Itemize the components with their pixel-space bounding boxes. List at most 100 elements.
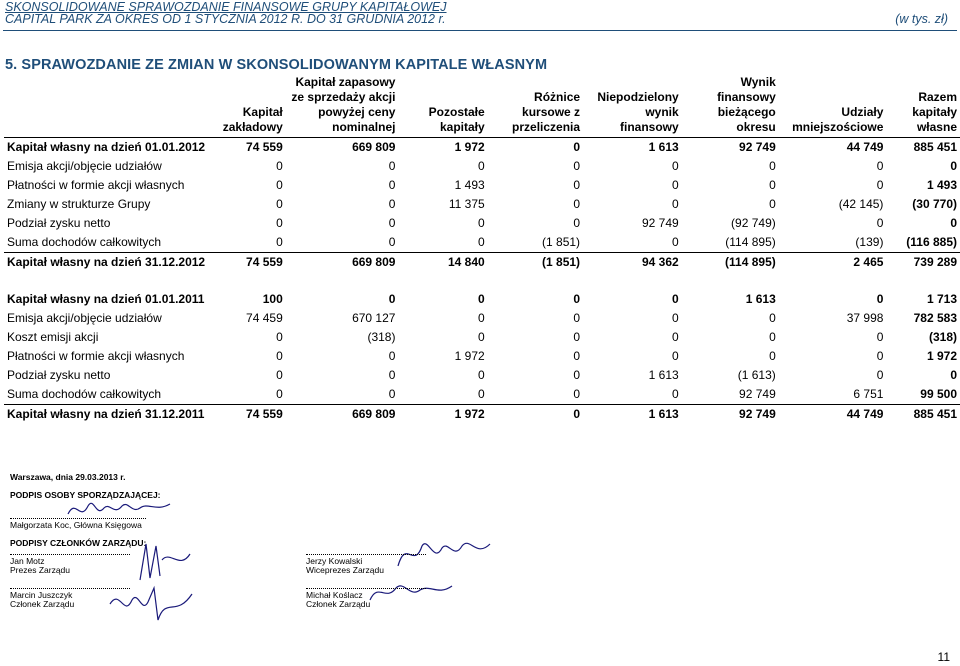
table-cell: 0	[769, 159, 776, 173]
row-label: Koszt emisji akcji	[7, 330, 99, 344]
table-cell: 670 127	[352, 311, 396, 325]
table-cell: 885 451	[886, 404, 960, 424]
column-header: Razem kapitały własne	[886, 75, 960, 138]
table-cell: 0	[487, 404, 584, 424]
table-cell: 0	[573, 159, 581, 173]
table-cell: 74 559	[208, 404, 286, 424]
table-cell: 0	[276, 330, 283, 344]
table-cell: 1 613	[745, 292, 776, 306]
table-cell: 0	[388, 159, 396, 173]
table-cell: 0	[672, 178, 679, 192]
row-label: Podział zysku netto	[7, 216, 111, 230]
table-cell: 37 998	[846, 311, 884, 325]
table-row: Emisja akcji/objęcie udziałów 0 0 0 0 0 0 0 0	[4, 157, 960, 176]
row-label: Emisja akcji/objęcie udziałów	[7, 159, 162, 173]
board-member-role: Członek Zarządu	[10, 599, 75, 609]
vice-president-role: Wiceprezes Zarządu	[306, 565, 384, 575]
table-cell: (139)	[855, 235, 884, 249]
table-cell: 0	[388, 387, 396, 401]
table-cell: 92 749	[681, 404, 779, 424]
table-cell: 6 751	[853, 387, 884, 401]
table-cell: 0	[876, 216, 884, 230]
table-cell: 1 972	[454, 140, 485, 154]
table-row: Zmiany w strukturze Grupy 0 0 11 375 0 0 0 (42 …	[4, 195, 960, 214]
table-cell: 1 972	[398, 404, 488, 424]
table-cell: 0	[672, 330, 679, 344]
table-cell: (318)	[367, 330, 396, 344]
table-cell: 0	[276, 368, 283, 382]
signature-block: Warszawa, dnia 29.03.2013 r. PODPIS OSOB…	[6, 468, 606, 628]
table-cell: 0	[276, 387, 283, 401]
row-label: Zmiany w strukturze Grupy	[7, 197, 151, 211]
row-label: Suma dochodów całkowitych	[7, 235, 162, 249]
table-cell: 74 459	[246, 311, 283, 325]
table-row: Koszt emisji akcji 0 (318) 0 0 0 0 0 (318)	[4, 328, 960, 347]
table-cell: (1 613)	[737, 368, 776, 382]
row-label: Płatności w formie akcji własnych	[7, 178, 185, 192]
table-cell: 669 809	[352, 140, 396, 154]
table-row: Kapitał własny na dzień 31.12.2011 74 559…	[4, 404, 960, 424]
column-header: Udziały mniejszościowe	[778, 75, 887, 138]
equity-changes-table: Kapitał zakładowy Kapitał zapasowy ze spr…	[4, 75, 960, 424]
table-cell: 11 375	[448, 197, 485, 211]
table-cell: 0	[388, 216, 396, 230]
table-cell: 0	[876, 178, 884, 192]
row-label: Kapitał własny na dzień 01.01.2012	[7, 140, 206, 154]
table-cell: 0	[876, 330, 884, 344]
table-cell: 94 362	[583, 252, 682, 272]
table-cell: 14 840	[398, 252, 488, 272]
table-row: Płatności w formie akcji własnych 0 0 1 493…	[4, 176, 960, 195]
table-cell: 0	[276, 349, 283, 363]
table-cell: (30 770)	[912, 197, 957, 211]
table-cell: 0	[477, 387, 485, 401]
table-row: Emisja akcji/objęcie udziałów 74 459 670 1…	[4, 309, 960, 328]
board-heading: PODPISY CZŁONKÓW ZARZĄDU:	[10, 538, 147, 548]
table-cell: 44 749	[778, 404, 887, 424]
column-header-label	[4, 75, 209, 138]
table-cell: 0	[672, 197, 679, 211]
table-cell: 0	[477, 368, 485, 382]
table-cell: 0	[672, 311, 679, 325]
table-cell: 92 749	[642, 216, 679, 230]
president-signature	[139, 543, 191, 581]
table-cell: 44 749	[846, 140, 884, 154]
column-header: Pozostałe kapitały	[398, 75, 488, 138]
table-cell: 1 713	[926, 292, 957, 306]
row-label: Emisja akcji/objęcie udziałów	[7, 311, 162, 325]
report-title-line2: CAPITAL PARK ZA OKRES OD 1 STYCZNIA 2012…	[5, 12, 446, 26]
table-cell: 0	[276, 159, 283, 173]
table-cell: (318)	[928, 330, 957, 344]
table-cell: 0	[573, 311, 581, 325]
board-member-2-role: Członek Zarządu	[306, 599, 371, 609]
table-cell: 0	[672, 292, 679, 306]
table-cell: (114 895)	[725, 235, 776, 249]
table-cell: 0	[477, 292, 485, 306]
table-cell: 0	[950, 216, 957, 230]
table-cell: 669 809	[285, 404, 399, 424]
table-row: Kapitał własny na dzień 31.12.2012 74 559…	[4, 252, 960, 272]
table-cell: 0	[573, 292, 581, 306]
table-row: Płatności w formie akcji własnych 0 0 1 972…	[4, 347, 960, 366]
table-cell: 92 749	[739, 140, 776, 154]
row-label: Kapitał własny na dzień 31.12.2011	[4, 404, 209, 424]
table-cell: 0	[477, 330, 485, 344]
table-cell: 0	[769, 330, 776, 344]
currency-unit: (w tys. zł)	[895, 12, 948, 26]
table-cell: (42 145)	[838, 197, 884, 211]
table-cell: 0	[876, 292, 884, 306]
table-cell: 0	[573, 387, 581, 401]
table-cell: 1 972	[926, 349, 957, 363]
table-cell: 782 583	[913, 311, 957, 325]
table-cell: 0	[573, 140, 581, 154]
table-cell: 74 559	[208, 252, 286, 272]
column-header: Kapitał zapasowy ze sprzedaży akcji powy…	[285, 75, 399, 138]
table-cell: 0	[388, 292, 396, 306]
row-label: Płatności w formie akcji własnych	[7, 349, 185, 363]
table-cell: 0	[950, 368, 957, 382]
table-spacer-row	[4, 272, 960, 290]
table-cell: 1 613	[648, 368, 679, 382]
table-cell: 0	[769, 178, 776, 192]
table-cell: 1 972	[454, 349, 485, 363]
table-cell: 0	[769, 197, 776, 211]
section-title: 5. SPRAWOZDANIE ZE ZMIAN W SKONSOLIDOWAN…	[5, 57, 548, 73]
